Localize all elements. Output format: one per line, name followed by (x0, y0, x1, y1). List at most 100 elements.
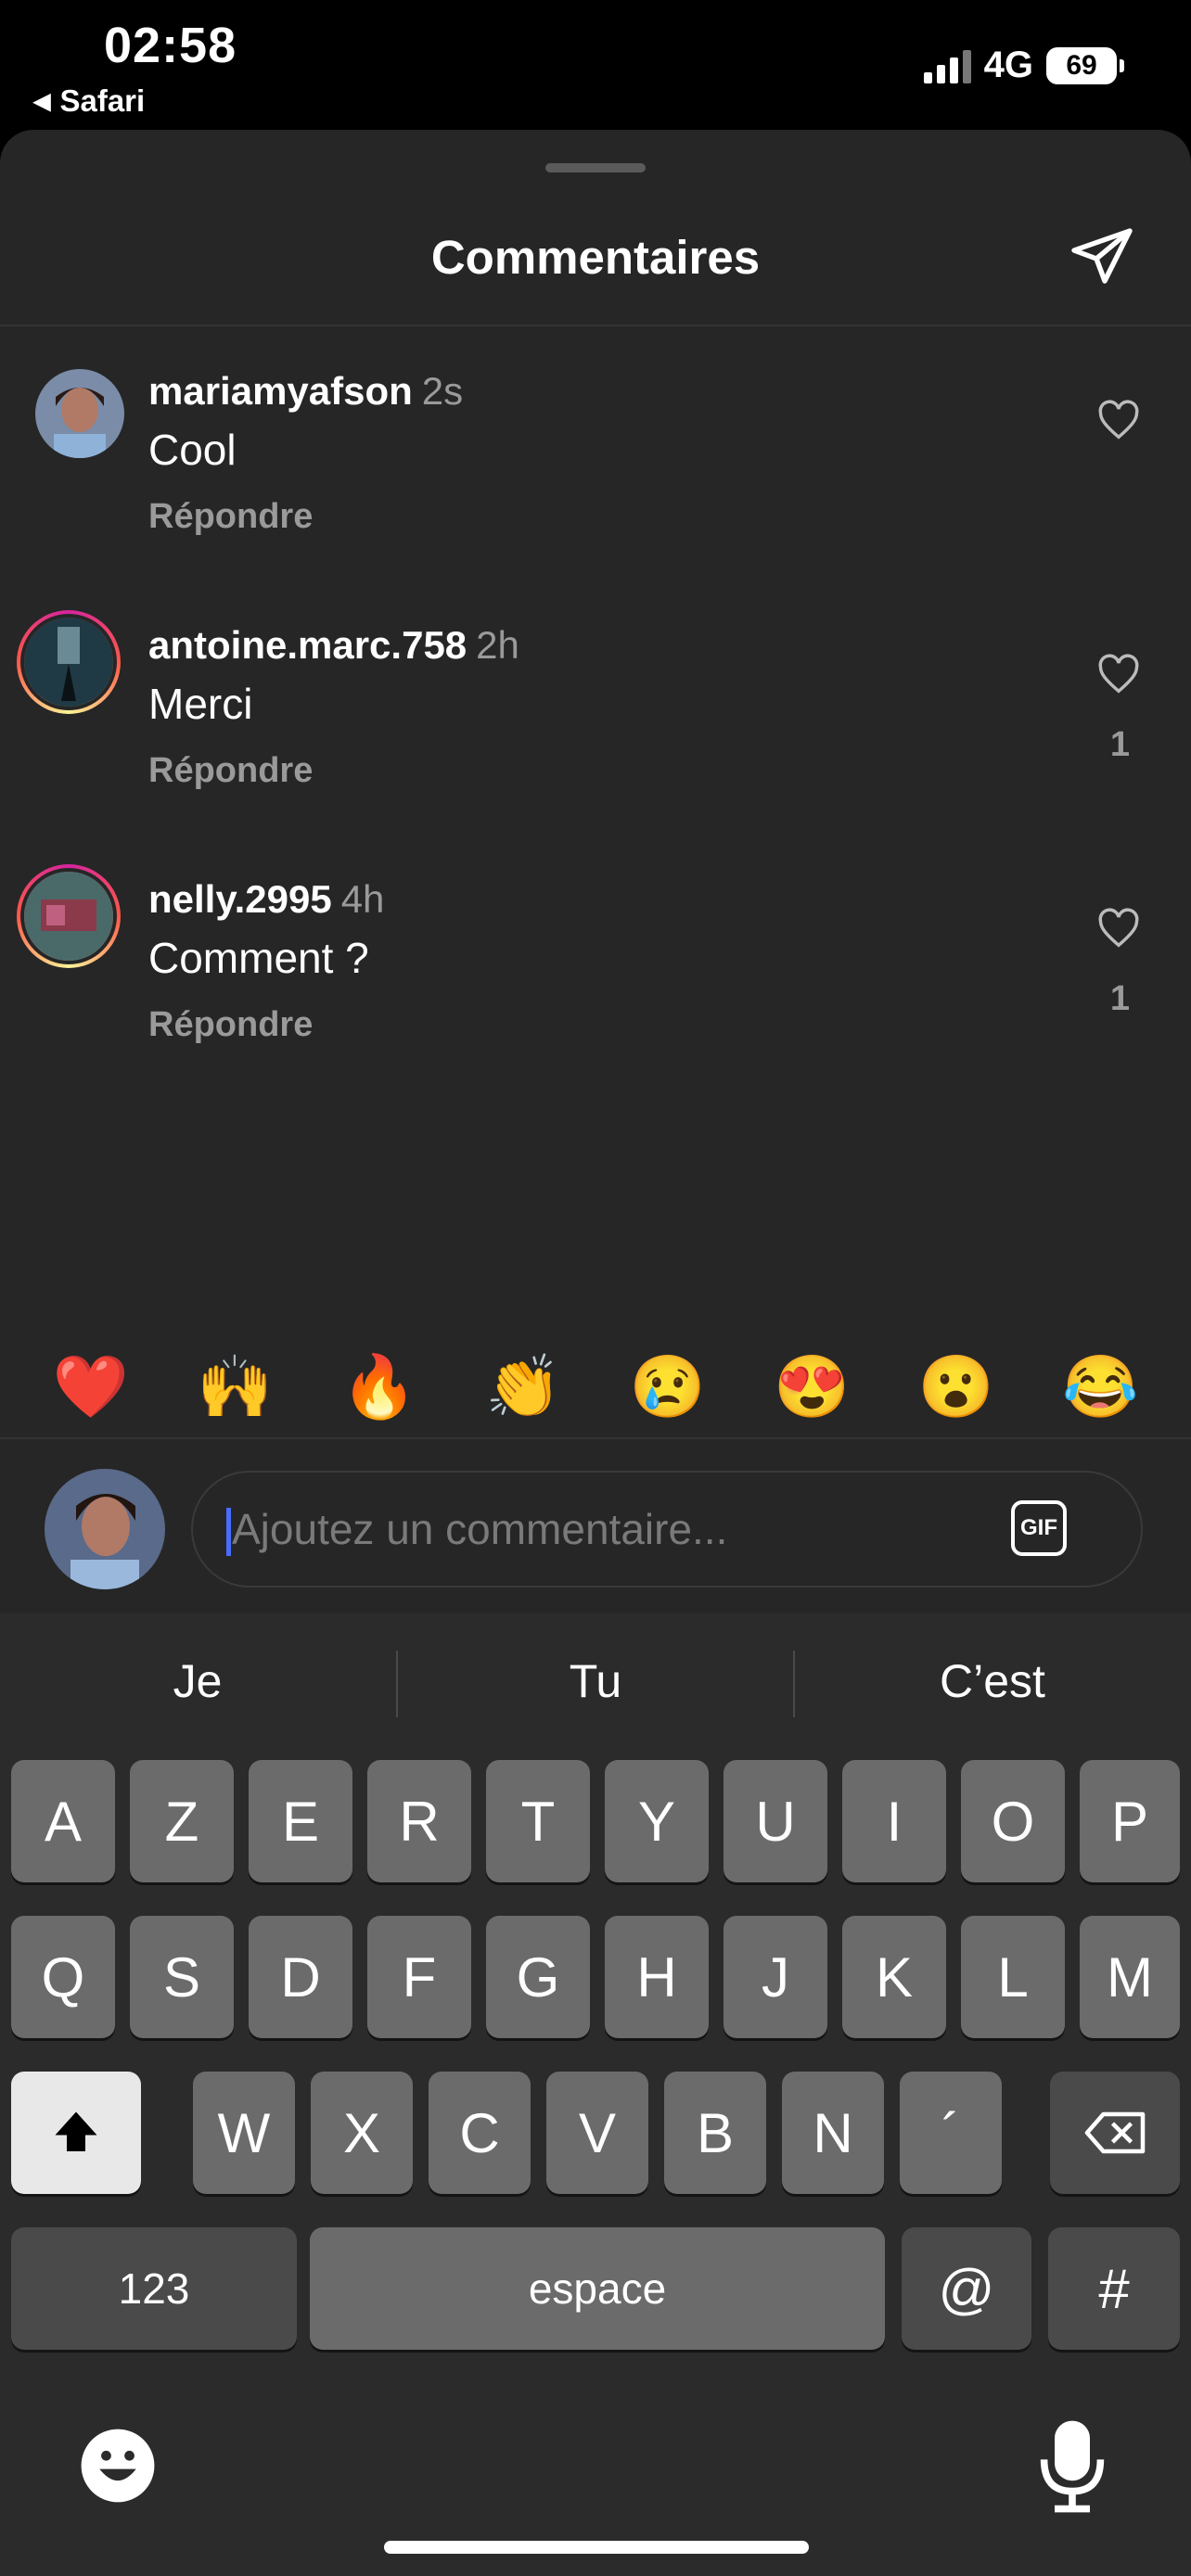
shift-arrow-icon (55, 2111, 97, 2151)
key-w[interactable]: W (193, 2072, 295, 2194)
avatar-image (45, 1469, 165, 1589)
space-key[interactable]: espace (310, 2227, 885, 2350)
key-x[interactable]: X (311, 2072, 413, 2194)
reply-button[interactable]: Répondre (148, 1005, 313, 1045)
cellular-signal-icon (923, 48, 971, 83)
back-app-label: Safari (59, 83, 146, 118)
comment-text: Merci (148, 680, 253, 728)
emoji-quick-bar: ❤️ 🙌 🔥 👏 😢 😍 😮 😂 (0, 1349, 1191, 1423)
key-y[interactable]: Y (605, 1760, 709, 1882)
comment-text: Cool (148, 426, 237, 474)
reply-button[interactable]: Répondre (148, 497, 313, 537)
back-triangle-icon: ◀ (33, 88, 51, 114)
key-i[interactable]: I (842, 1760, 946, 1882)
suggestion-item[interactable]: C’est (795, 1654, 1190, 1708)
emoji-heart-button[interactable]: ❤️ (53, 1349, 129, 1423)
emoji-heart-eyes-button[interactable]: 😍 (774, 1349, 850, 1423)
key-c[interactable]: C (429, 2072, 531, 2194)
comment-time: 4h (340, 877, 385, 921)
username-text: nelly.2995 (148, 877, 332, 921)
comment-time: 2h (476, 623, 519, 667)
status-bar: 02:58 ◀ Safari 4G 69 (0, 0, 1191, 130)
key-t[interactable]: T (486, 1760, 590, 1882)
comment-username[interactable]: nelly.2995 4h (148, 877, 384, 922)
key-o[interactable]: O (961, 1760, 1065, 1882)
avatar-image (24, 872, 113, 961)
status-indicators: 4G 69 (923, 45, 1124, 86)
avatar-image (35, 369, 124, 458)
clock: 02:58 (104, 18, 237, 73)
suggestion-item[interactable]: Je (0, 1654, 395, 1708)
back-to-safari-link[interactable]: ◀ Safari (33, 83, 145, 119)
battery-icon: 69 (1046, 46, 1124, 84)
heart-icon[interactable] (1095, 397, 1143, 445)
key-h[interactable]: H (605, 1916, 709, 2038)
emoji-bar-divider (0, 1437, 1191, 1439)
key-d[interactable]: D (249, 1916, 352, 2038)
key-p[interactable]: P (1080, 1760, 1180, 1882)
suggestion-item[interactable]: Tu (398, 1654, 793, 1708)
avatar-with-story-ring[interactable] (17, 610, 121, 714)
home-indicator[interactable] (384, 2541, 809, 2554)
microphone-icon[interactable] (1037, 2420, 1108, 2513)
key-m[interactable]: M (1080, 1916, 1180, 2038)
comment-username[interactable]: antoine.marc.758 2h (148, 623, 519, 668)
at-key[interactable]: @ (902, 2227, 1031, 2350)
like-count: 1 (1109, 979, 1130, 1018)
keyboard: Je Tu C’est A Z E R T Y U I O P Q S D F … (0, 1613, 1191, 2576)
emoji-raised-hands-button[interactable]: 🙌 (197, 1349, 273, 1423)
heart-icon[interactable] (1095, 651, 1143, 699)
key-f[interactable]: F (367, 1916, 471, 2038)
key-n[interactable]: N (782, 2072, 884, 2194)
comment-item: mariamyafson 2s Cool Répondre (0, 369, 1191, 555)
share-send-icon[interactable] (1069, 223, 1135, 289)
key-j[interactable]: J (724, 1916, 827, 2038)
comment-input[interactable]: Ajoutez un commentaire... GIF (191, 1471, 1143, 1588)
hash-key[interactable]: # (1048, 2227, 1180, 2350)
sheet-title: Commentaires (430, 231, 761, 284)
avatar[interactable] (35, 369, 124, 458)
network-type: 4G (983, 45, 1033, 85)
gif-button[interactable]: GIF (1011, 1500, 1067, 1556)
heart-icon[interactable] (1095, 905, 1143, 953)
key-b[interactable]: B (664, 2072, 766, 2194)
reply-button[interactable]: Répondre (148, 751, 313, 791)
emoji-keyboard-icon[interactable] (78, 2426, 158, 2506)
key-accent[interactable]: ´ (900, 2072, 1002, 2194)
text-caret (226, 1508, 231, 1556)
backspace-icon (1084, 2111, 1146, 2154)
suggestion-bar: Je Tu C’est (0, 1613, 1191, 1753)
username-text: antoine.marc.758 (148, 623, 467, 667)
key-s[interactable]: S (130, 1916, 234, 2038)
sheet-grabber[interactable] (545, 163, 646, 172)
key-e[interactable]: E (249, 1760, 352, 1882)
like-count: 1 (1109, 725, 1130, 764)
key-r[interactable]: R (367, 1760, 471, 1882)
emoji-surprised-button[interactable]: 😮 (918, 1349, 994, 1423)
comment-username[interactable]: mariamyafson 2s (148, 369, 463, 414)
emoji-clap-button[interactable]: 👏 (485, 1349, 561, 1423)
sheet-divider (0, 325, 1191, 326)
key-v[interactable]: V (546, 2072, 648, 2194)
key-u[interactable]: U (724, 1760, 827, 1882)
key-g[interactable]: G (486, 1916, 590, 2038)
key-a[interactable]: A (11, 1760, 115, 1882)
key-q[interactable]: Q (11, 1916, 115, 2038)
delete-key[interactable] (1050, 2072, 1180, 2194)
comment-text: Comment ? (148, 934, 369, 982)
emoji-laughing-button[interactable]: 😂 (1062, 1349, 1138, 1423)
comment-time: 2s (421, 369, 464, 413)
emoji-crying-button[interactable]: 😢 (630, 1349, 706, 1423)
battery-level: 69 (1066, 49, 1097, 81)
username-text: mariamyafson (148, 369, 413, 413)
comment-item: antoine.marc.758 2h Merci Répondre 1 (0, 610, 1191, 809)
emoji-fire-button[interactable]: 🔥 (341, 1349, 417, 1423)
comment-item: nelly.2995 4h Comment ? Répondre 1 (0, 864, 1191, 1063)
avatar-with-story-ring[interactable] (17, 864, 121, 968)
current-user-avatar (45, 1469, 165, 1589)
key-k[interactable]: K (842, 1916, 946, 2038)
shift-key[interactable] (11, 2072, 141, 2194)
key-l[interactable]: L (961, 1916, 1065, 2038)
numbers-key[interactable]: 123 (11, 2227, 297, 2350)
key-z[interactable]: Z (130, 1760, 234, 1882)
